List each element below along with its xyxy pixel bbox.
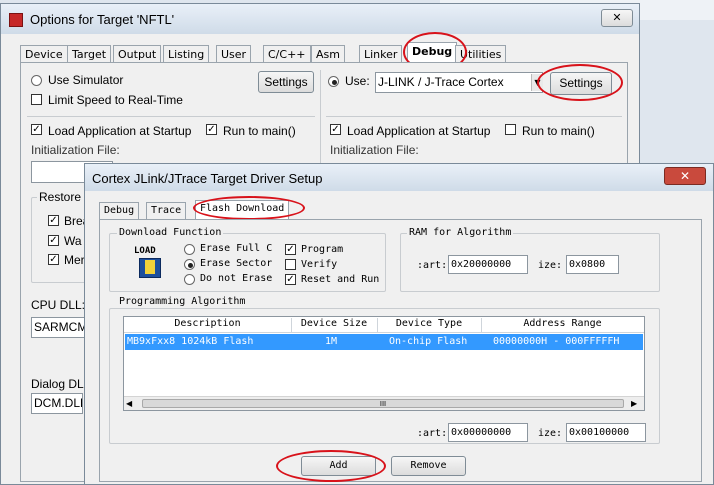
load-app-checkbox-left[interactable]: ✓ xyxy=(31,124,42,135)
load-app-label-left: Load Application at Startup xyxy=(48,124,192,138)
erase-sectors-label: Erase Sector xyxy=(200,258,273,269)
erase-full-chip-label: Erase Full C xyxy=(200,243,273,254)
ram-start-label: :art: xyxy=(417,260,448,271)
verify-checkbox[interactable] xyxy=(285,259,296,270)
run-to-main-checkbox-right[interactable] xyxy=(505,124,516,135)
alg-size-label: ize: xyxy=(538,428,563,439)
row-device-type: On-chip Flash xyxy=(389,336,468,347)
programming-algorithm-label: Programming Algorithm xyxy=(117,296,248,307)
scroll-left-icon[interactable]: ◀ xyxy=(126,399,132,408)
tab-output[interactable]: Output xyxy=(113,45,162,62)
load-app-label-right: Load Application at Startup xyxy=(347,124,491,138)
ram-size-label: ize: xyxy=(538,260,563,271)
add-button-highlight xyxy=(276,450,386,482)
horizontal-scrollbar[interactable]: ◀ III ▶ xyxy=(124,396,644,410)
run-to-main-label-right: Run to main() xyxy=(522,124,595,138)
use-label: Use: xyxy=(345,74,370,88)
ram-size-input[interactable]: 0x0800 xyxy=(566,255,619,274)
driver-setup-dialog: Cortex JLink/JTrace Target Driver Setup … xyxy=(84,163,714,485)
tab-listing[interactable]: Listing xyxy=(163,45,210,62)
use-simulator-label: Use Simulator xyxy=(48,73,124,87)
run-to-main-label-left: Run to main() xyxy=(223,124,296,138)
section-divider-left xyxy=(27,116,315,117)
column-address-range[interactable]: Address Range xyxy=(481,318,644,333)
remove-button[interactable]: Remove xyxy=(391,456,466,476)
erase-full-chip-radio[interactable] xyxy=(184,244,195,255)
do-not-erase-radio[interactable] xyxy=(184,274,195,285)
driver-close-button[interactable]: ✕ xyxy=(664,167,706,185)
cpu-dll-input[interactable]: SARMCM3 xyxy=(31,317,91,338)
ram-start-input[interactable]: 0x20000000 xyxy=(448,255,528,274)
row-description: MB9xFxx8 1024kB Flash xyxy=(127,336,254,347)
tab-asm[interactable]: Asm xyxy=(311,45,345,62)
use-debugger-radio[interactable] xyxy=(328,76,339,87)
app-icon xyxy=(9,13,23,27)
tab-target[interactable]: Target xyxy=(67,45,112,62)
erase-sectors-radio[interactable] xyxy=(184,259,195,270)
program-label: Program xyxy=(301,244,344,255)
options-close-button[interactable]: ✕ xyxy=(601,9,633,27)
restore-breakpoints-checkbox[interactable]: ✓ xyxy=(48,215,59,226)
driver-setup-title: Cortex JLink/JTrace Target Driver Setup xyxy=(92,171,323,186)
use-simulator-radio[interactable] xyxy=(31,75,42,86)
init-file-label-right: Initialization File: xyxy=(330,143,419,157)
options-title: Options for Target 'NFTL' xyxy=(30,12,175,27)
row-address-range: 00000000H - 000FFFFFH xyxy=(493,336,620,347)
close-icon: ✕ xyxy=(612,11,622,24)
simulator-settings-button[interactable]: Settings xyxy=(258,71,314,93)
restore-memory-checkbox[interactable]: ✓ xyxy=(48,254,59,265)
tab-linker[interactable]: Linker xyxy=(359,45,403,62)
cpu-dll-label: CPU DLL: xyxy=(31,298,86,312)
panel-divider xyxy=(320,70,321,170)
scroll-right-icon[interactable]: ▶ xyxy=(631,399,637,408)
alg-start-input[interactable]: 0x00000000 xyxy=(448,423,528,442)
verify-label: Verify xyxy=(301,259,338,270)
init-file-label-left: Initialization File: xyxy=(31,143,120,157)
debugger-select[interactable]: J-LINK / J-Trace Cortex xyxy=(375,72,543,93)
reset-and-run-label: Reset and Run xyxy=(301,274,380,285)
restore-watch-checkbox[interactable]: ✓ xyxy=(48,235,59,246)
settings-button-highlight xyxy=(537,64,623,101)
download-function-label: Download Function xyxy=(117,227,224,238)
tab-user[interactable]: User xyxy=(216,45,252,62)
do-not-erase-label: Do not Erase xyxy=(200,273,273,284)
flash-download-tab-highlight xyxy=(193,196,305,220)
section-divider-right xyxy=(326,116,622,117)
close-icon: ✕ xyxy=(679,169,691,183)
column-description[interactable]: Description xyxy=(124,318,292,333)
tab-cpp[interactable]: C/C++ xyxy=(263,45,311,62)
tab-debug-inner[interactable]: Debug xyxy=(99,202,140,219)
limit-speed-label: Limit Speed to Real-Time xyxy=(48,93,183,107)
limit-speed-checkbox[interactable] xyxy=(31,94,42,105)
load-icon-arrow xyxy=(145,260,155,274)
algorithm-list-header: Description Device Size Device Type Addr… xyxy=(124,317,644,333)
alg-size-input[interactable]: 0x00100000 xyxy=(566,423,646,442)
restore-watch-label: Wa xyxy=(64,234,82,248)
tab-trace[interactable]: Trace xyxy=(146,202,187,219)
load-icon-text: LOAD xyxy=(134,246,156,256)
dialog-dll-label: Dialog DLL xyxy=(31,377,91,391)
dialog-dll-input[interactable]: DCM.DLL xyxy=(31,393,83,414)
tab-device[interactable]: Device xyxy=(20,45,68,62)
scrollbar-thumb[interactable]: III xyxy=(142,399,624,408)
column-device-type[interactable]: Device Type xyxy=(377,318,482,333)
load-app-checkbox-right[interactable]: ✓ xyxy=(330,124,341,135)
load-icon: LOAD xyxy=(133,246,167,280)
alg-start-label: :art: xyxy=(417,428,448,439)
reset-and-run-checkbox[interactable]: ✓ xyxy=(285,274,296,285)
restore-memory-label: Mer xyxy=(64,253,85,267)
run-to-main-checkbox-left[interactable]: ✓ xyxy=(206,124,217,135)
algorithm-list[interactable]: Description Device Size Device Type Addr… xyxy=(123,316,645,411)
program-checkbox[interactable]: ✓ xyxy=(285,244,296,255)
scroll-grip-icon: III xyxy=(379,400,387,408)
row-device-size: 1M xyxy=(325,336,338,347)
table-row[interactable]: MB9xFxx8 1024kB Flash 1M On-chip Flash 0… xyxy=(125,334,643,350)
column-device-size[interactable]: Device Size xyxy=(291,318,378,333)
ram-for-algorithm-label: RAM for Algorithm xyxy=(407,227,514,238)
